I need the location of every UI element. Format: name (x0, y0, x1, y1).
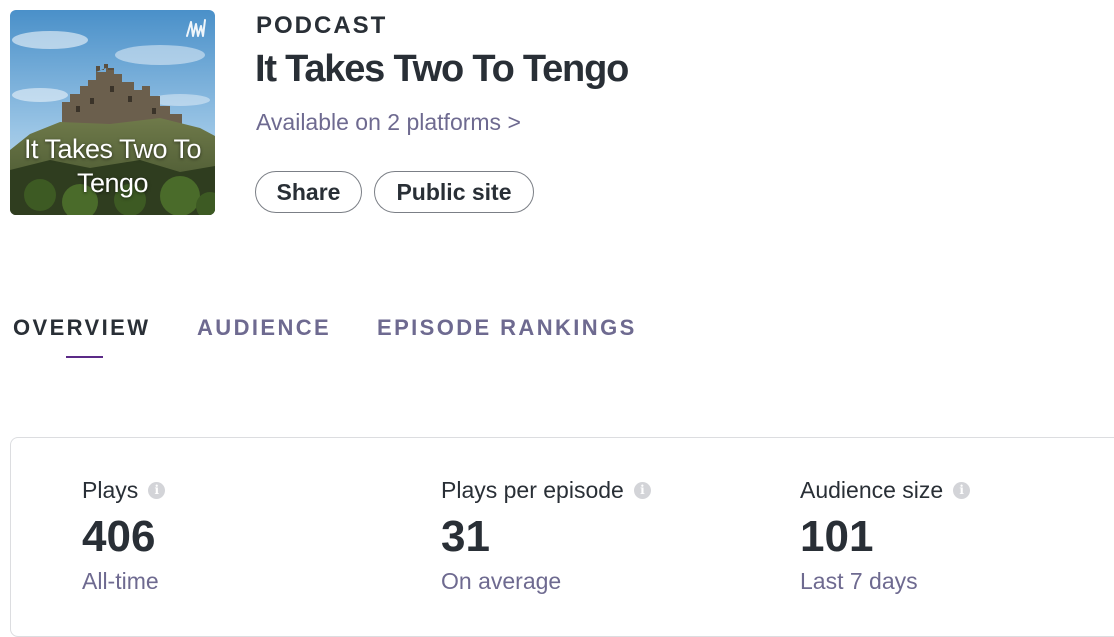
stat-caption: Last 7 days (800, 568, 918, 594)
tab-overview[interactable]: OVERVIEW (13, 315, 150, 341)
share-button[interactable]: Share (255, 171, 362, 213)
stat-label: Plays (82, 476, 139, 503)
tab-audience[interactable]: AUDIENCE (197, 315, 331, 341)
stat-audience-size: Audience size i 101 Last 7 days (800, 476, 971, 595)
stat-label-row: Plays per episode i (441, 476, 651, 504)
podcast-cover-art: It Takes Two To Tengo (10, 10, 215, 215)
stat-plays: Plays i 406 All-time (82, 476, 166, 595)
podcast-eyebrow: PODCAST (256, 12, 388, 39)
stat-label-row: Plays i (82, 476, 166, 504)
stat-label: Audience size (800, 476, 944, 503)
stat-label-row: Audience size i (800, 476, 971, 504)
stat-value: 406 (82, 512, 156, 561)
stat-value: 31 (441, 512, 490, 561)
podcast-title: It Takes Two To Tengo (255, 48, 629, 90)
info-icon[interactable]: i (953, 481, 971, 499)
stat-plays-per-episode: Plays per episode i 31 On average (441, 476, 651, 595)
stats-card: Plays i 406 All-time Plays per episode i… (10, 437, 1114, 637)
available-platforms-link[interactable]: Available on 2 platforms > (256, 109, 521, 136)
stat-value: 101 (800, 512, 874, 561)
stat-caption: All-time (82, 568, 159, 594)
tab-episode-rankings[interactable]: EPISODE RANKINGS (377, 315, 637, 341)
cover-title-text: It Takes Two To Tengo (23, 134, 202, 198)
stat-caption: On average (441, 568, 562, 594)
active-tab-indicator (66, 356, 103, 358)
public-site-button[interactable]: Public site (374, 171, 534, 213)
info-icon[interactable]: i (148, 481, 166, 499)
stat-label: Plays per episode (441, 476, 624, 503)
info-icon[interactable]: i (633, 481, 651, 499)
anchor-logo-icon (186, 19, 206, 37)
